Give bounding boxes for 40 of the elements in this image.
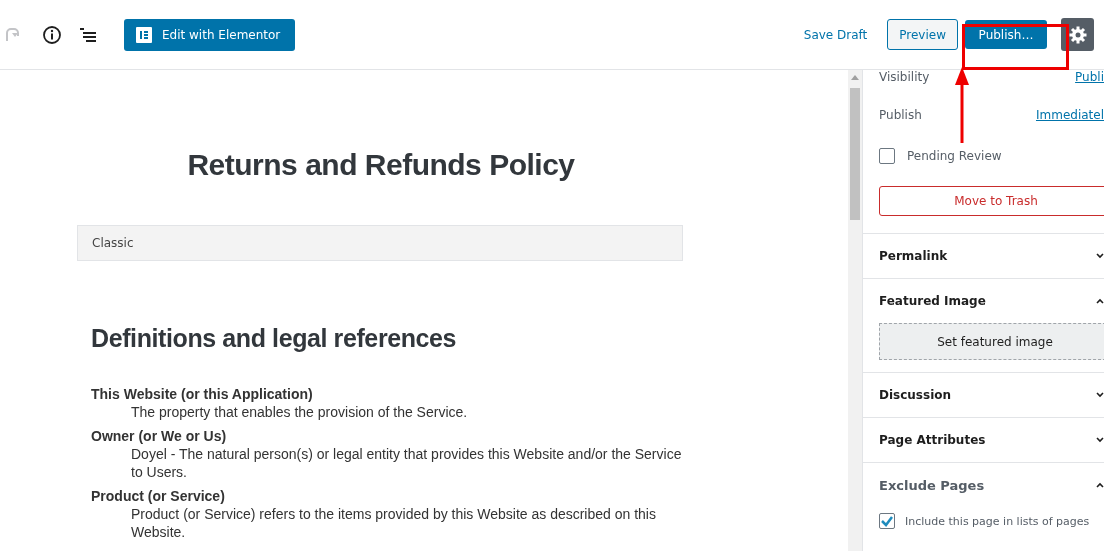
chevron-up-icon[interactable] (1096, 298, 1104, 304)
classic-block-toolbar[interactable]: Classic (77, 225, 683, 261)
setting-label: Visibility (879, 70, 930, 84)
set-featured-image-button[interactable]: Set featured image (879, 323, 1104, 360)
block-label: Classic (92, 236, 134, 250)
setting-label: Publish (879, 108, 922, 122)
panel-title[interactable]: Page Attributes (879, 433, 986, 447)
page-title[interactable]: Returns and Refunds Policy (77, 148, 685, 182)
definition-text: Product (or Service) refers to the items provided by this Website as described on this Website. (131, 505, 657, 541)
move-to-trash-button[interactable]: Move to Trash (879, 186, 1104, 216)
definition-term: Owner (or We or Us) (91, 427, 228, 445)
chevron-up-icon[interactable] (1096, 482, 1104, 488)
edit-with-elementor-button[interactable]: Edit with Elementor (124, 18, 295, 51)
scrollbar[interactable] (848, 70, 862, 551)
pending-review-checkbox[interactable] (879, 148, 895, 164)
list-icon[interactable] (80, 27, 98, 42)
preview-button[interactable]: Preview (887, 19, 958, 50)
elementor-icon (136, 26, 152, 43)
panel-title[interactable]: Featured Image (879, 294, 986, 308)
definition-text: Doyel - The natural person(s) or legal entity that provides this Website and/or the Service to Users. (131, 445, 683, 481)
definition-text: The property that enables the provision of the Service. (131, 403, 469, 421)
settings-button[interactable] (1061, 18, 1094, 51)
panel-title[interactable]: Permalink (879, 249, 948, 263)
definition-term: Product (or Service) (91, 487, 226, 505)
chevron-down-icon[interactable] (1096, 392, 1104, 398)
chevron-down-icon[interactable] (1096, 253, 1104, 259)
settings-icon (1068, 25, 1087, 44)
info-icon[interactable] (42, 24, 62, 45)
panel-title[interactable]: Exclude Pages (879, 477, 985, 493)
definition-term: This Website (or this Application) (91, 385, 314, 403)
checkbox-label: Pending Review (907, 149, 1002, 163)
panel-title[interactable]: Discussion (879, 388, 952, 402)
chevron-down-icon[interactable] (1096, 437, 1104, 443)
section-heading: Definitions and legal references (91, 324, 458, 353)
checkbox-label: Include this page in lists of pages (905, 514, 1090, 528)
save-draft-button[interactable]: Save Draft (803, 27, 868, 42)
include-page-checkbox[interactable] (879, 513, 895, 529)
setting-link[interactable]: Immediatel (1035, 108, 1104, 122)
scrollbar-thumb[interactable] (850, 88, 860, 220)
setting-link[interactable]: Publi (1075, 70, 1104, 84)
